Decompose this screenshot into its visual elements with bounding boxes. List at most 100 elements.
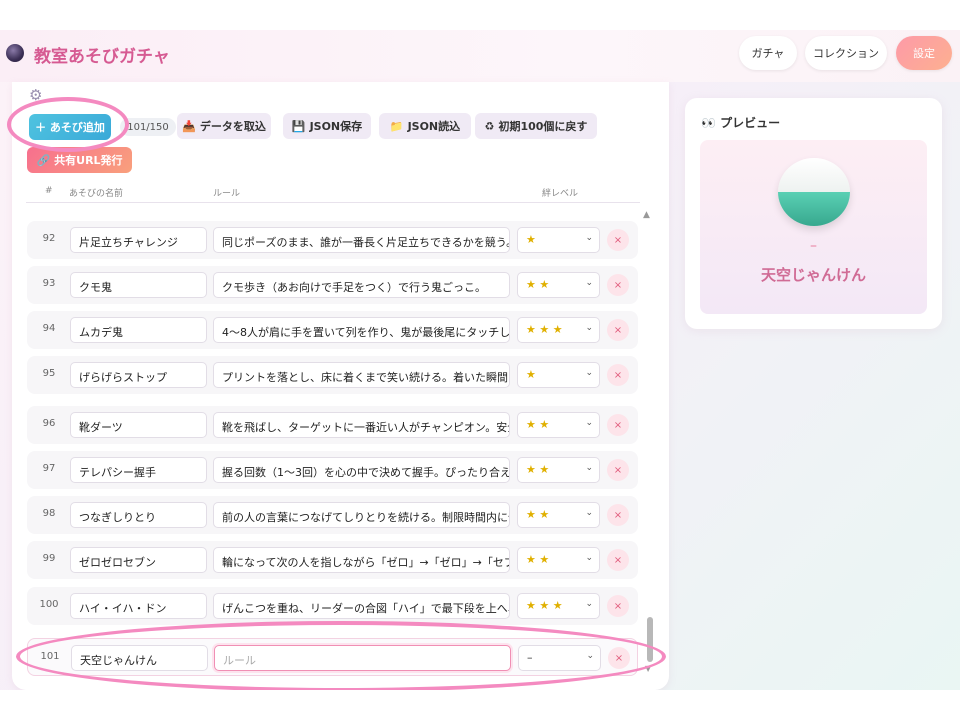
delete-row-button[interactable]: × bbox=[607, 459, 629, 481]
game-rule-input[interactable]: 前の人の言葉につなげてしりとりを続ける。制限時間内に何個つな bbox=[213, 502, 510, 528]
bond-level-select[interactable]: ★ ⌄ bbox=[517, 227, 600, 253]
table-row: 95 げらげらストップ プリントを落とし、床に着くまで笑い続ける。着いた瞬間にス… bbox=[27, 356, 638, 394]
chevron-down-icon: ⌄ bbox=[585, 233, 593, 243]
folder-icon: 📁 bbox=[389, 119, 404, 133]
delete-row-button[interactable]: × bbox=[607, 504, 629, 526]
delete-row-button[interactable]: × bbox=[607, 364, 629, 386]
game-rule-input[interactable]: ルール bbox=[214, 645, 511, 671]
json-load-button[interactable]: 📁 JSON読込 bbox=[379, 113, 471, 139]
bond-level-select[interactable]: ★ ★ ★ ⌄ bbox=[517, 317, 600, 343]
level-stars: ★ ★ ★ bbox=[526, 599, 563, 612]
import-data-button[interactable]: 📥 データを取込 bbox=[177, 113, 271, 139]
game-list-editor: ⚙ ＋ あそび追加 101/150 📥 データを取込 💾 JSON保存 📁 JS… bbox=[12, 82, 669, 690]
game-name-input[interactable]: ゼロゼロセブン bbox=[70, 547, 207, 573]
share-label: 共有URL発行 bbox=[54, 154, 123, 167]
row-number: 94 bbox=[42, 323, 56, 334]
delete-row-button[interactable]: × bbox=[607, 229, 629, 251]
level-stars: ★ ★ bbox=[526, 278, 550, 291]
game-rule-input[interactable]: クモ歩き（あお向けで手足をつく）で行う鬼ごっこ。 bbox=[213, 272, 510, 298]
level-stars: ★ bbox=[526, 233, 536, 246]
chevron-down-icon: ⌄ bbox=[585, 368, 593, 378]
chevron-down-icon: ⌄ bbox=[585, 463, 593, 473]
scrollbar-thumb[interactable] bbox=[647, 617, 653, 662]
gear-icon[interactable]: ⚙ bbox=[29, 86, 42, 104]
delete-row-button[interactable]: × bbox=[607, 319, 629, 341]
row-number: 92 bbox=[42, 233, 56, 244]
nav-collection-button[interactable]: コレクション bbox=[805, 36, 887, 70]
delete-row-button[interactable]: × bbox=[607, 549, 629, 571]
import-icon: 📥 bbox=[182, 119, 196, 133]
game-rule-input[interactable]: 同じポーズのまま、誰が一番長く片足立ちできるかを競う。 bbox=[213, 227, 510, 253]
preview-title-label: プレビュー bbox=[720, 116, 781, 130]
bond-level-select[interactable]: ★ ★ ⌄ bbox=[517, 502, 600, 528]
game-name-input[interactable]: クモ鬼 bbox=[70, 272, 207, 298]
preview-title: 👀 プレビュー bbox=[701, 114, 780, 131]
game-name-input[interactable]: げらげらストップ bbox=[70, 362, 207, 388]
gacha-logo-icon bbox=[6, 44, 24, 62]
chevron-down-icon: ⌄ bbox=[585, 553, 593, 563]
reset-label: 初期100個に戻す bbox=[498, 120, 588, 133]
delete-row-button[interactable]: × bbox=[607, 595, 629, 617]
bond-level-select[interactable]: – ⌄ bbox=[518, 645, 601, 671]
chevron-down-icon: ⌄ bbox=[586, 651, 594, 661]
new-table-row: 101 天空じゃんけん ルール – ⌄ × bbox=[27, 638, 638, 676]
game-rule-input[interactable]: プリントを落とし、床に着くまで笑い続ける。着いた瞬間にストップ。 bbox=[213, 362, 510, 388]
save-icon: 💾 bbox=[291, 119, 306, 133]
game-name-input[interactable]: 片足立ちチャレンジ bbox=[70, 227, 207, 253]
level-stars: – bbox=[527, 651, 533, 664]
chevron-down-icon: ⌄ bbox=[585, 278, 593, 288]
level-stars: ★ ★ ★ bbox=[526, 323, 563, 336]
game-name-input[interactable]: テレパシー握手 bbox=[70, 457, 207, 483]
add-game-button[interactable]: ＋ あそび追加 bbox=[29, 114, 111, 140]
level-stars: ★ ★ bbox=[526, 418, 550, 431]
level-stars: ★ bbox=[526, 368, 536, 381]
table-row: 94 ムカデ鬼 4〜8人が肩に手を置いて列を作り、鬼が最後尾にタッチしたら交 ★… bbox=[27, 311, 638, 349]
bond-level-select[interactable]: ★ ★ ⌄ bbox=[517, 457, 600, 483]
game-rule-input[interactable]: 靴を飛ばし、ターゲットに一番近い人がチャンピオン。安全に十分注 bbox=[213, 412, 510, 438]
bond-level-select[interactable]: ★ ★ ⌄ bbox=[517, 547, 600, 573]
nav-gacha-button[interactable]: ガチャ bbox=[739, 36, 797, 70]
game-name-input[interactable]: 靴ダーツ bbox=[70, 412, 207, 438]
gacha-capsule-icon bbox=[778, 158, 850, 226]
game-name-input[interactable]: ムカデ鬼 bbox=[70, 317, 207, 343]
table-row: 92 片足立ちチャレンジ 同じポーズのまま、誰が一番長く片足立ちできるかを競う。… bbox=[27, 221, 638, 259]
link-icon: 🔗 bbox=[36, 153, 51, 167]
game-name-input[interactable]: つなぎしりとり bbox=[70, 502, 207, 528]
bond-level-select[interactable]: ★ ⌄ bbox=[517, 362, 600, 388]
table-row: 97 テレパシー握手 握る回数（1〜3回）を心の中で決めて握手。ぴったり合えば大… bbox=[27, 451, 638, 489]
game-rule-input[interactable]: 握る回数（1〜3回）を心の中で決めて握手。ぴったり合えば大成 bbox=[213, 457, 510, 483]
preview-panel: 👀 プレビュー – 天空じゃんけん bbox=[685, 98, 942, 329]
row-number: 93 bbox=[42, 278, 56, 289]
game-count-badge: 101/150 bbox=[120, 118, 176, 136]
game-name-input[interactable]: 天空じゃんけん bbox=[71, 645, 208, 671]
preview-area: – 天空じゃんけん bbox=[700, 140, 927, 314]
eyes-icon: 👀 bbox=[701, 116, 716, 130]
scroll-up-arrow-icon[interactable]: ▲ bbox=[643, 210, 650, 220]
json-save-label: JSON保存 bbox=[309, 120, 363, 133]
column-header-name: あそびの名前 bbox=[69, 189, 124, 199]
json-load-label: JSON読込 bbox=[407, 120, 461, 133]
bond-level-select[interactable]: ★ ★ ⌄ bbox=[517, 272, 600, 298]
scroll-down-arrow-icon[interactable]: ▼ bbox=[645, 664, 651, 673]
game-rule-input[interactable]: 4〜8人が肩に手を置いて列を作り、鬼が最後尾にタッチしたら交 bbox=[213, 317, 510, 343]
delete-row-button[interactable]: × bbox=[607, 414, 629, 436]
row-number: 98 bbox=[42, 508, 56, 519]
column-header-number: # bbox=[45, 186, 53, 196]
delete-row-button[interactable]: × bbox=[608, 647, 630, 669]
game-name-input[interactable]: ハイ・イハ・ドン bbox=[70, 593, 207, 619]
chevron-down-icon: ⌄ bbox=[585, 599, 593, 609]
table-row: 100 ハイ・イハ・ドン げんこつを重ね、リーダーの合図「ハイ」で最下段を上へ、… bbox=[27, 587, 638, 625]
share-url-button[interactable]: 🔗 共有URL発行 bbox=[27, 147, 132, 173]
game-rule-input[interactable]: げんこつを重ね、リーダーの合図「ハイ」で最下段を上へ、「イハ」で bbox=[213, 593, 510, 619]
app-title: 教室あそびガチャ bbox=[34, 47, 170, 67]
column-header-rule: ルール bbox=[213, 189, 241, 199]
game-rule-input[interactable]: 輪になって次の人を指しながら「ゼロ」→「ゼロ」→「セブン」→「バキ bbox=[213, 547, 510, 573]
json-save-button[interactable]: 💾 JSON保存 bbox=[283, 113, 371, 139]
row-number: 100 bbox=[39, 599, 59, 610]
column-header-level: 絆レベル bbox=[542, 189, 579, 199]
delete-row-button[interactable]: × bbox=[607, 274, 629, 296]
bond-level-select[interactable]: ★ ★ ⌄ bbox=[517, 412, 600, 438]
bond-level-select[interactable]: ★ ★ ★ ⌄ bbox=[517, 593, 600, 619]
nav-settings-button[interactable]: 設定 bbox=[896, 36, 952, 70]
reset-default-button[interactable]: ♻ 初期100個に戻す bbox=[475, 113, 597, 139]
